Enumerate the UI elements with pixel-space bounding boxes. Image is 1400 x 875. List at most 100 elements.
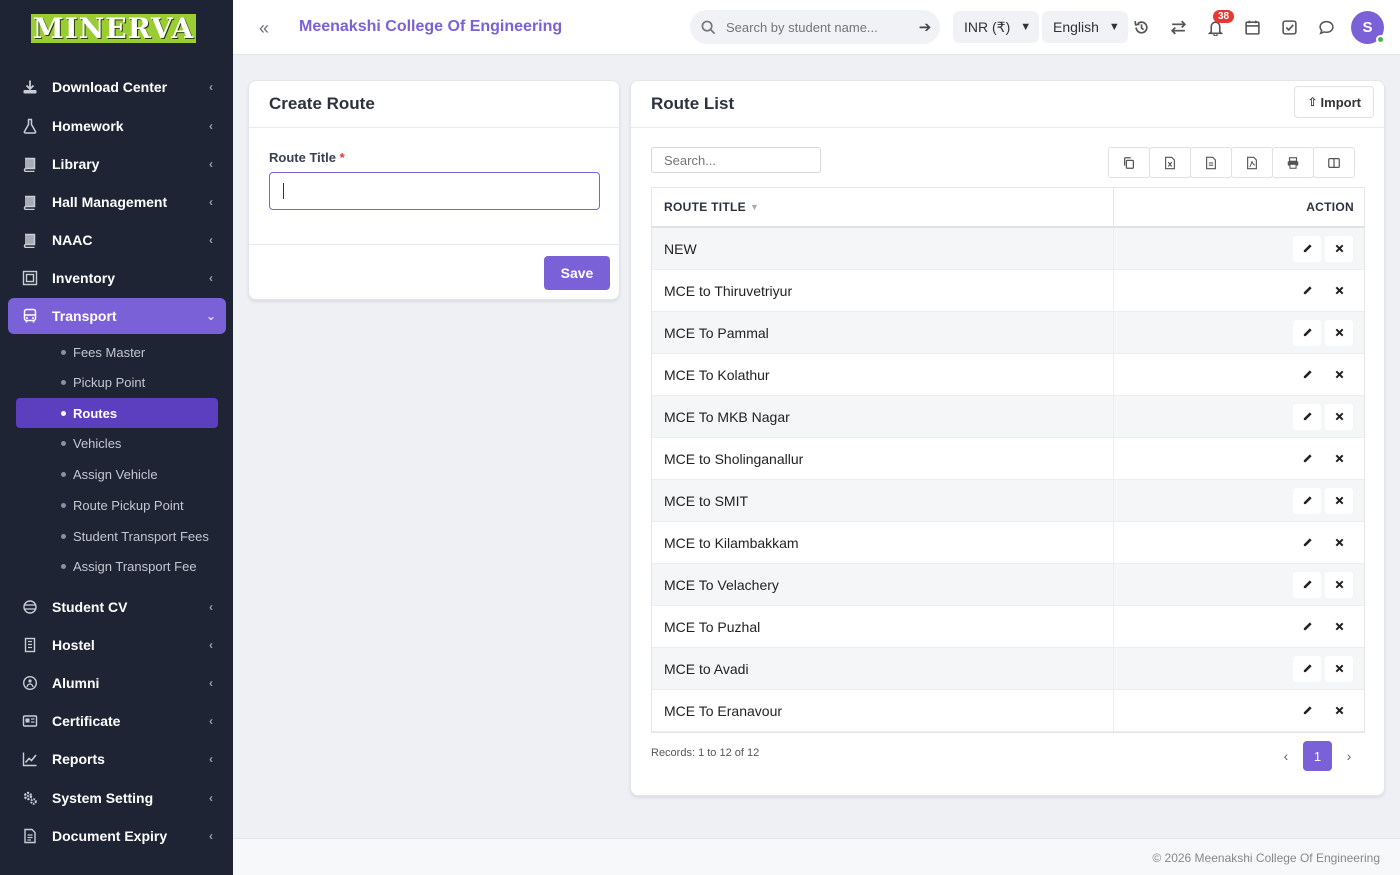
edit-pencil-icon[interactable]: [1293, 697, 1321, 724]
delete-x-icon[interactable]: [1325, 235, 1353, 262]
chevron-left-icon: ‹: [209, 714, 213, 728]
language-select[interactable]: English ▼: [1042, 11, 1128, 43]
pagination-prev-icon[interactable]: ‹: [1271, 748, 1301, 764]
action-cell: [1114, 270, 1364, 311]
sidebar-subitem-vehicles[interactable]: Vehicles: [16, 428, 218, 458]
sidebar-item-student-cv[interactable]: Student CV ‹: [8, 589, 226, 625]
alumni-icon: [8, 675, 52, 691]
sidebar-item-inventory[interactable]: Inventory ‹: [8, 260, 226, 296]
online-status-dot: [1376, 35, 1385, 44]
currency-select[interactable]: INR (₹) ▼: [953, 11, 1040, 43]
sidebar-item-reports[interactable]: Reports ‹: [8, 741, 226, 777]
sidebar-item-label: Download Center: [52, 79, 168, 95]
sidebar-item-certificate[interactable]: Certificate ‹: [8, 703, 226, 739]
logo[interactable]: MINERVA: [31, 14, 196, 43]
route-title-cell: NEW: [652, 228, 1114, 269]
bell-icon[interactable]: 38: [1205, 10, 1235, 37]
pagination-next-icon[interactable]: ›: [1334, 748, 1364, 764]
bullet-dot: [61, 349, 66, 355]
collapse-sidebar-button[interactable]: «: [259, 18, 269, 39]
columns-icon[interactable]: [1313, 147, 1355, 178]
table-search-input[interactable]: [651, 147, 821, 173]
sidebar-item-hall-management[interactable]: Hall Management ‹: [8, 184, 226, 220]
sidebar-item-label: NAAC: [52, 232, 93, 248]
sidebar-item-naac[interactable]: NAAC ‹: [8, 222, 226, 258]
edit-pencil-icon[interactable]: [1293, 655, 1321, 682]
edit-pencil-icon[interactable]: [1293, 613, 1321, 640]
sidebar-subitem-fees-master[interactable]: Fees Master: [16, 337, 218, 367]
edit-pencil-icon[interactable]: [1293, 319, 1321, 346]
sidebar-item-alumni[interactable]: Alumni ‹: [8, 665, 226, 701]
user-avatar[interactable]: S: [1351, 11, 1385, 44]
sidebar-item-download-center[interactable]: Download Center ‹: [8, 69, 226, 105]
route-title-input[interactable]: [269, 172, 600, 210]
history-icon[interactable]: [1131, 17, 1151, 37]
delete-x-icon[interactable]: [1325, 655, 1353, 682]
student-search-input[interactable]: [726, 19, 910, 35]
sidebar-subitem-routes[interactable]: Routes: [16, 398, 218, 428]
sidebar-item-hostel[interactable]: Hostel ‹: [8, 627, 226, 663]
text-cursor: [283, 183, 284, 199]
table-row: MCE To Puzhal: [652, 606, 1364, 648]
sidebar-subitem-assign-vehicle[interactable]: Assign Vehicle: [16, 459, 218, 489]
calendar-icon[interactable]: [1242, 17, 1262, 37]
sidebar-item-homework[interactable]: Homework ‹: [8, 108, 226, 144]
edit-pencil-icon[interactable]: [1293, 571, 1321, 598]
delete-x-icon[interactable]: [1325, 445, 1353, 472]
delete-x-icon[interactable]: [1325, 487, 1353, 514]
save-button[interactable]: Save: [544, 256, 610, 290]
csv-icon[interactable]: [1190, 147, 1232, 178]
pagination-page-current[interactable]: 1: [1303, 741, 1332, 771]
route-list-title: Route List: [631, 81, 1384, 128]
route-list-card: Route List ⇧ Import ROUTE TITLE ▼: [630, 80, 1385, 796]
sidebar-item-document-expiry[interactable]: Document Expiry ‹: [8, 818, 226, 854]
pagination: ‹ 1 ›: [1271, 741, 1364, 771]
sidebar-subitem-route-pickup-point[interactable]: Route Pickup Point: [16, 490, 218, 520]
edit-pencil-icon[interactable]: [1293, 487, 1321, 514]
chat-icon[interactable]: [1316, 17, 1336, 37]
sidebar-subitem-label: Vehicles: [73, 435, 122, 451]
avatar-initial: S: [1362, 19, 1373, 36]
edit-pencil-icon[interactable]: [1293, 445, 1321, 472]
edit-pencil-icon[interactable]: [1293, 361, 1321, 388]
sidebar-item-library[interactable]: Library ‹: [8, 146, 226, 182]
book-icon: [8, 232, 52, 248]
sidebar-subitem-pickup-point[interactable]: Pickup Point: [16, 367, 218, 397]
sidebar-subitem-student-transport-fees[interactable]: Student Transport Fees: [16, 521, 218, 551]
delete-x-icon[interactable]: [1325, 361, 1353, 388]
chevron-left-icon: ‹: [209, 80, 213, 94]
route-title-cell: MCE To MKB Nagar: [652, 396, 1114, 437]
delete-x-icon[interactable]: [1325, 697, 1353, 724]
delete-x-icon[interactable]: [1325, 319, 1353, 346]
excel-icon[interactable]: [1149, 147, 1191, 178]
document-icon: [8, 828, 52, 844]
column-header-route-title[interactable]: ROUTE TITLE ▼: [652, 188, 1114, 226]
print-icon[interactable]: [1272, 147, 1314, 178]
edit-pencil-icon[interactable]: [1293, 403, 1321, 430]
delete-x-icon[interactable]: [1325, 571, 1353, 598]
delete-x-icon[interactable]: [1325, 529, 1353, 556]
sidebar-item-label: Hostel: [52, 637, 95, 653]
delete-x-icon[interactable]: [1325, 277, 1353, 304]
edit-pencil-icon[interactable]: [1293, 277, 1321, 304]
edit-pencil-icon[interactable]: [1293, 529, 1321, 556]
logo-area: MINERVA: [0, 0, 233, 56]
import-button[interactable]: ⇧ Import: [1294, 86, 1374, 118]
sidebar-subitem-label: Routes: [73, 405, 118, 421]
delete-x-icon[interactable]: [1325, 613, 1353, 640]
copy-icon[interactable]: [1108, 147, 1150, 178]
delete-x-icon[interactable]: [1325, 403, 1353, 430]
sidebar-item-system-setting[interactable]: System Setting ‹: [8, 780, 226, 816]
edit-pencil-icon[interactable]: [1293, 235, 1321, 262]
pdf-icon[interactable]: [1231, 147, 1273, 178]
sidebar-item-transport[interactable]: Transport ⌄: [8, 298, 226, 334]
route-title-cell: MCE To Puzhal: [652, 606, 1114, 647]
sidebar-subitem-assign-transport-fee[interactable]: Assign Transport Fee: [16, 551, 218, 581]
task-check-icon[interactable]: [1279, 17, 1299, 37]
flask-icon: [8, 118, 52, 134]
bullet-dot: [61, 502, 66, 508]
switch-arrows-icon[interactable]: [1168, 17, 1188, 37]
chevron-left-icon: ‹: [209, 676, 213, 690]
search-go-arrow-icon[interactable]: ➔: [910, 18, 940, 36]
chart-icon: [8, 751, 52, 767]
